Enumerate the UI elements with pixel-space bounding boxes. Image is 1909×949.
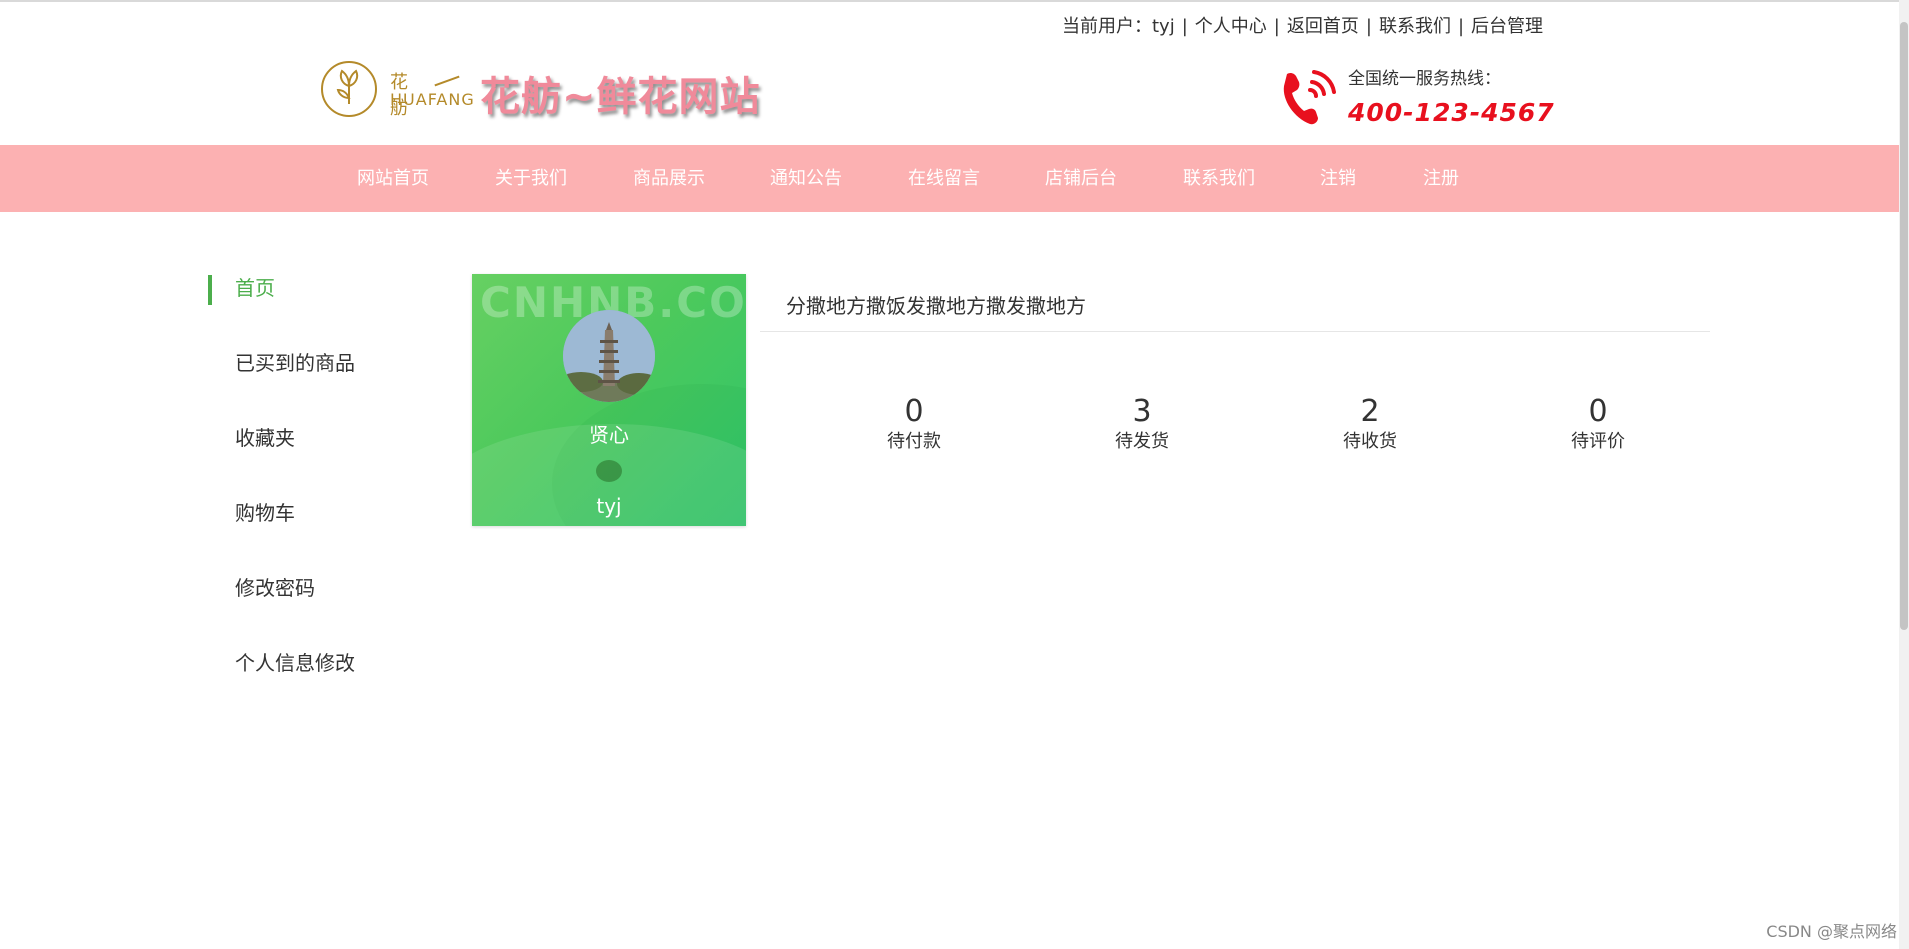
- top-link-personal-center[interactable]: 个人中心: [1195, 16, 1267, 37]
- top-links: 当前用户：tyj | 个人中心 | 返回首页 | 联系我们 | 后台管理: [1062, 12, 1543, 38]
- sidebar: 首页 已买到的商品 收藏夹 购物车 修改密码 个人信息修改: [208, 270, 408, 720]
- nav-item-home[interactable]: 网站首页: [357, 145, 495, 212]
- nav-item-about[interactable]: 关于我们: [495, 145, 633, 212]
- nav-item-shop-backend[interactable]: 店铺后台: [1045, 145, 1183, 212]
- phone-icon: [1283, 70, 1336, 125]
- hotline-label: 全国统一服务热线：: [1348, 69, 1501, 89]
- nav-item-logout[interactable]: 注销: [1320, 145, 1423, 212]
- stat-pending-shipment[interactable]: 3 待发货: [1072, 395, 1212, 455]
- nav-item-contact[interactable]: 联系我们: [1183, 145, 1320, 212]
- pagoda-avatar-image: [563, 310, 655, 402]
- stat-label: 待评价: [1571, 431, 1625, 452]
- stat-pending-receipt[interactable]: 2 待收货: [1300, 395, 1440, 455]
- hotline: 全国统一服务热线： 400-123-4567: [1276, 62, 1576, 132]
- separator: |: [1457, 16, 1465, 37]
- stat-value: 3: [1132, 394, 1152, 429]
- top-link-admin[interactable]: 后台管理: [1471, 16, 1543, 37]
- stat-value: 0: [904, 394, 924, 429]
- user-card: CNHNB.COM 贤心 tyj: [472, 274, 746, 526]
- stat-label: 待收货: [1343, 431, 1397, 452]
- sidebar-item-purchased[interactable]: 已买到的商品: [208, 345, 408, 420]
- separator: |: [1365, 16, 1372, 37]
- notice-title: 分撒地方撒饭发撒地方撒发撒地方: [786, 294, 1086, 318]
- username: tyj: [596, 494, 622, 518]
- footer-watermark: CSDN @聚点网络: [1766, 922, 1897, 941]
- flower-logo-icon: [321, 61, 377, 117]
- main-nav: 网站首页 关于我们 商品展示 通知公告 在线留言 店铺后台 联系我们 注销 注册: [0, 145, 1899, 212]
- stat-value: 2: [1360, 394, 1380, 429]
- top-link-home[interactable]: 返回首页: [1287, 16, 1359, 37]
- user-display-name: 贤心: [589, 423, 629, 447]
- sidebar-item-edit-profile[interactable]: 个人信息修改: [208, 645, 408, 720]
- stat-pending-review[interactable]: 0 待评价: [1528, 395, 1668, 455]
- avatar[interactable]: [563, 310, 655, 402]
- stat-pending-payment[interactable]: 0 待付款: [844, 395, 984, 455]
- nav-item-products[interactable]: 商品展示: [633, 145, 770, 212]
- sidebar-item-change-password[interactable]: 修改密码: [208, 570, 408, 645]
- stat-label: 待付款: [887, 431, 941, 452]
- divider: [760, 331, 1710, 332]
- site-title: 花舫~鲜花网站: [480, 74, 761, 120]
- sidebar-item-home[interactable]: 首页: [208, 270, 408, 345]
- nav-item-notices[interactable]: 通知公告: [770, 145, 908, 212]
- stat-value: 0: [1588, 394, 1608, 429]
- nav-item-register[interactable]: 注册: [1423, 145, 1483, 212]
- separator: |: [1273, 16, 1280, 37]
- status-dot: [596, 460, 622, 482]
- sidebar-item-cart[interactable]: 购物车: [208, 495, 408, 570]
- nav-item-messages[interactable]: 在线留言: [908, 145, 1045, 212]
- hotline-number: 400-123-4567: [1348, 98, 1555, 127]
- stat-label: 待发货: [1115, 431, 1169, 452]
- separator: |: [1181, 16, 1188, 37]
- page: 当前用户：tyj | 个人中心 | 返回首页 | 联系我们 | 后台管理 花舫 HUAFANG …: [0, 0, 1909, 949]
- sidebar-item-favorites[interactable]: 收藏夹: [208, 420, 408, 495]
- top-border: [0, 0, 1909, 2]
- logo-text-en: HUAFANG: [390, 90, 475, 109]
- scrollbar[interactable]: [1899, 0, 1909, 949]
- current-user-label: 当前用户：tyj: [1062, 16, 1175, 37]
- top-link-contact[interactable]: 联系我们: [1379, 16, 1451, 37]
- scrollbar-thumb[interactable]: [1900, 22, 1908, 630]
- logo-divider: [434, 75, 460, 87]
- order-stats: 0 待付款 3 待发货 2 待收货 0 待评价: [760, 395, 1672, 465]
